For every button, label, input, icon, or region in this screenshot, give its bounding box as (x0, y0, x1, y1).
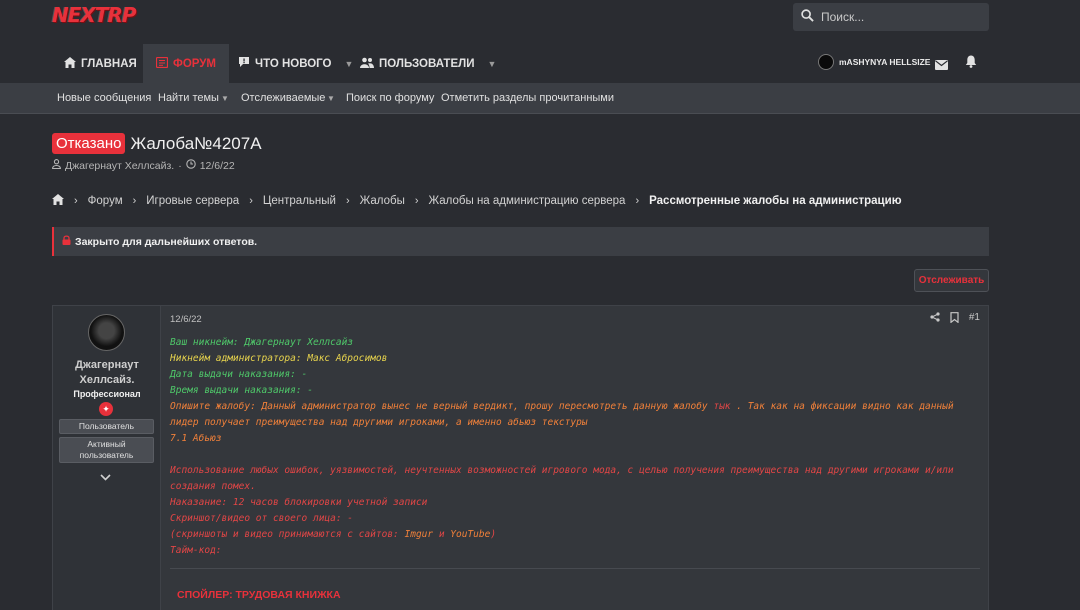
post-text: ) (490, 529, 497, 540)
clock-icon (185, 159, 196, 172)
post-text: Опишите жалобу: Данный администратор вын… (170, 401, 714, 412)
users-icon (360, 57, 374, 71)
post-username[interactable]: Джагернаут Хеллсайз. (53, 358, 161, 388)
breadcrumb-item[interactable]: Центральный (263, 195, 336, 207)
nav-tab-home[interactable]: ГЛАВНАЯ (64, 44, 137, 83)
notice-text: Закрыто для дальнейших ответов. (75, 235, 258, 248)
search-icon (801, 9, 814, 25)
chevron-down-icon[interactable]: ▼ (221, 94, 229, 103)
search-placeholder: Поиск... (821, 10, 865, 24)
post-actions: #1 (930, 312, 980, 326)
nav-tab-whats-new[interactable]: ЧТО НОВОГО ▼ (238, 44, 353, 83)
spoiler-button[interactable]: СПОЙЛЕР: ТРУДОВАЯ КНИЖКА (170, 568, 980, 601)
search-input[interactable]: Поиск... (793, 3, 989, 31)
account-menu[interactable]: mASHYNYA HELLSIZE (818, 54, 930, 70)
forum-icon (155, 56, 169, 71)
chevron-down-icon[interactable]: ▼ (487, 59, 496, 69)
avatar (818, 54, 834, 70)
chevron-down-icon[interactable] (100, 470, 111, 484)
nav-tab-users[interactable]: ПОЛЬЗОВАТЕЛИ ▼ (360, 44, 496, 83)
user-banner: Пользователь (59, 419, 154, 434)
post-text: (скриншоты и видео принимаются с сайтов: (170, 529, 405, 540)
home-icon[interactable] (52, 194, 64, 208)
nav-label-users: ПОЛЬЗОВАТЕЛИ (379, 57, 475, 70)
nav-label-home: ГЛАВНАЯ (81, 57, 137, 70)
post-text: и (433, 529, 451, 540)
post-date[interactable]: 12/6/22 (170, 314, 202, 325)
post-link[interactable]: тык (713, 401, 730, 412)
whats-new-icon (238, 56, 250, 71)
nav-label-forum: ФОРУМ (173, 57, 217, 70)
chevron-down-icon[interactable]: ▼ (345, 59, 354, 69)
breadcrumb: › Форум › Игровые сервера › Центральный … (52, 194, 902, 208)
chevron-down-icon[interactable]: ▼ (327, 94, 335, 103)
bookmark-icon[interactable] (950, 312, 959, 326)
thread-title-row: Отказано Жалоба№4207A (52, 133, 262, 154)
home-icon (64, 56, 76, 71)
chevron-right-icon: › (345, 195, 350, 207)
post-number[interactable]: #1 (969, 312, 980, 326)
bell-icon[interactable] (965, 55, 977, 73)
thread-meta: Джагернаут Хеллсайз. · 12/6/22 (52, 159, 235, 172)
user-banner: Активный пользователь (59, 437, 154, 463)
lock-icon (62, 235, 71, 248)
breadcrumb-item[interactable]: Жалобы на администрацию сервера (429, 195, 626, 207)
subnav-new-posts[interactable]: Новые сообщения (57, 92, 151, 104)
post-line: Дата выдачи наказания: - (170, 369, 308, 380)
subnav-find-threads[interactable]: Найти темы (158, 92, 219, 104)
post-line: Тайм-код: (170, 545, 222, 556)
post-link[interactable]: YouTube (450, 529, 490, 540)
post-body: Ваш никнейм: Джагернаут Хеллсайз Никнейм… (170, 335, 980, 559)
post-line: (скриншоты и видео принимаются с сайтов:… (170, 527, 980, 543)
closed-notice: Закрыто для дальнейших ответов. (52, 227, 989, 256)
breadcrumb-item[interactable]: Жалобы (360, 195, 405, 207)
chevron-right-icon: › (414, 195, 419, 207)
account-username: mASHYNYA HELLSIZE (839, 57, 931, 67)
subnav-mark-read[interactable]: Отметить разделы прочитанными (441, 92, 614, 104)
nav-tab-forum[interactable]: ФОРУМ (143, 44, 230, 83)
post-line: 7.1 Абьюз (170, 433, 222, 444)
post-line: Использование любых ошибок, уязвимостей,… (170, 465, 960, 492)
site-logo[interactable]: NEXTRP (52, 3, 137, 27)
page-title: Жалоба№4207A (130, 133, 262, 153)
avatar[interactable] (88, 314, 125, 351)
post-link[interactable]: Imgur (405, 529, 434, 540)
post: Джагернаут Хеллсайз. Профессионал ✦ Поль… (52, 305, 989, 610)
post-line: Опишите жалобу: Данный администратор вын… (170, 399, 980, 431)
post-line: Наказание: 12 часов блокировки учетной з… (170, 497, 428, 508)
user-icon (52, 159, 61, 172)
thread-date[interactable]: 12/6/22 (200, 160, 235, 172)
status-badge: Отказано (52, 133, 126, 154)
breadcrumb-item[interactable]: Форум (88, 195, 123, 207)
envelope-icon[interactable] (935, 57, 948, 75)
post-line: Время выдачи наказания: - (170, 385, 313, 396)
breadcrumb-current[interactable]: Рассмотренные жалобы на администрацию (649, 195, 901, 207)
post-line: Ваш никнейм: Джагернаут Хеллсайз (170, 337, 354, 348)
chevron-right-icon: › (132, 195, 137, 207)
chevron-right-icon: › (74, 195, 78, 207)
top-bar: NEXTRP Поиск... (0, 0, 1080, 40)
share-icon[interactable] (930, 312, 940, 326)
post-line: Скриншот/видео от своего лица: - (170, 513, 354, 524)
nav-label-whats-new: ЧТО НОВОГО (255, 57, 332, 70)
thread-author[interactable]: Джагернаут Хеллсайз. (65, 160, 174, 172)
subnav-search-forums[interactable]: Поиск по форуму (346, 92, 434, 104)
breadcrumb-item[interactable]: Игровые сервера (146, 195, 239, 207)
post-user-panel: Джагернаут Хеллсайз. Профессионал ✦ Поль… (53, 306, 161, 610)
watch-button[interactable]: Отслеживать (914, 269, 989, 292)
subnav-watched[interactable]: Отслеживаемые (241, 92, 325, 104)
post-line: Никнейм администратора: Макс Абросимов (170, 353, 388, 364)
chevron-right-icon: › (635, 195, 640, 207)
role-badge-icon: ✦ (99, 402, 113, 416)
chevron-right-icon: › (249, 195, 253, 207)
sub-navigation: Новые сообщения Найти темы ▼ Отслеживаем… (0, 83, 1080, 114)
main-navigation: ГЛАВНАЯ ФОРУМ ЧТО НОВОГО ▼ ПОЛЬЗОВАТЕЛИ … (0, 44, 1080, 83)
meta-separator: · (178, 159, 182, 172)
user-role: Профессионал (73, 389, 141, 399)
